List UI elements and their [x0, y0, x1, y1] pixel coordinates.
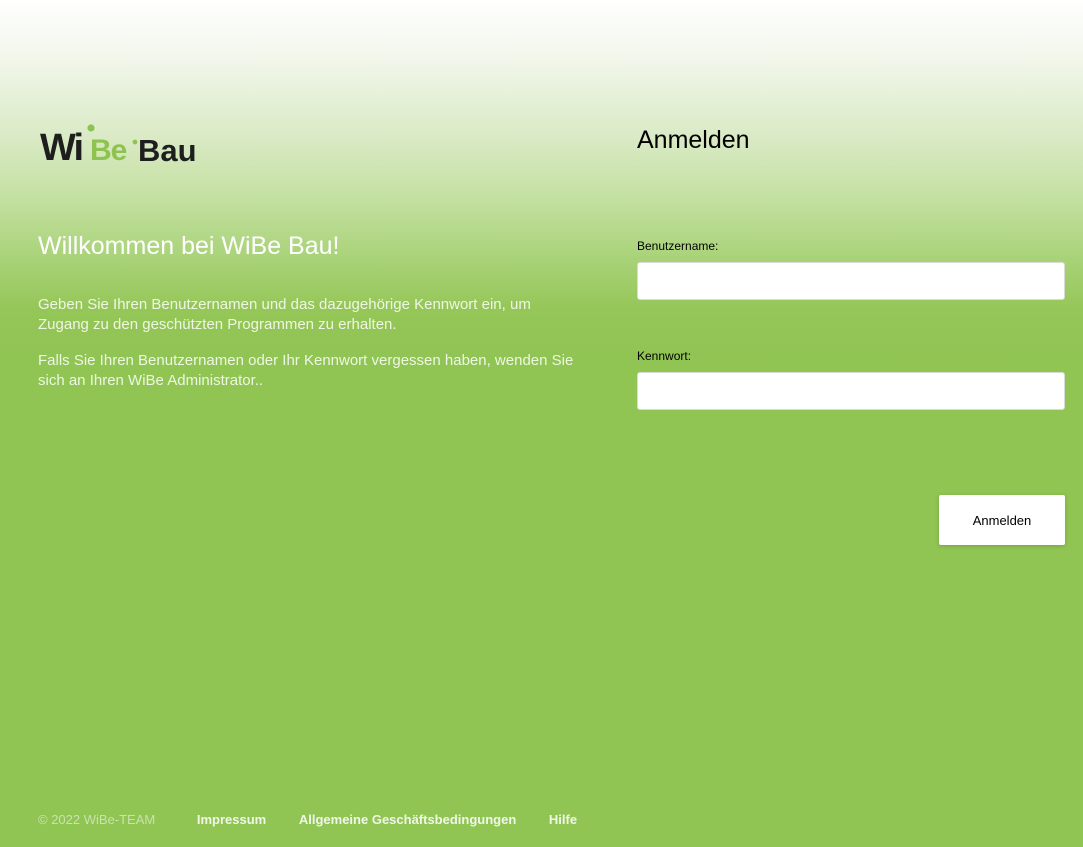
- wibe-bau-logo: Wi Be Bau: [40, 120, 210, 166]
- logo-graphic: Wi Be Bau: [40, 124, 197, 166]
- terms-link[interactable]: Allgemeine Geschäftsbedingungen: [299, 812, 516, 827]
- logo-text-wi: Wi: [40, 127, 82, 166]
- help-link[interactable]: Hilfe: [549, 812, 577, 827]
- password-label: Kennwort:: [637, 349, 692, 363]
- copyright-text: © 2022 WiBe-TEAM: [38, 812, 156, 827]
- login-title: Anmelden: [637, 126, 750, 154]
- login-button[interactable]: Anmelden: [939, 495, 1065, 545]
- logo-dot-be: [132, 139, 138, 145]
- footer: © 2022 WiBe-TEAM Impressum Allgemeine Ge…: [38, 812, 606, 827]
- logo-text-be: Be: [90, 134, 127, 166]
- forgot-credentials-paragraph: Falls Sie Ihren Benutzernamen oder Ihr K…: [38, 352, 574, 389]
- password-input[interactable]: [637, 372, 1065, 410]
- impressum-link[interactable]: Impressum: [197, 812, 266, 827]
- logo-dot-i: [87, 124, 95, 132]
- intro-paragraph: Geben Sie Ihren Benutzernamen und das da…: [38, 296, 531, 333]
- welcome-title: Willkommen bei WiBe Bau!: [38, 232, 340, 260]
- username-label: Benutzername:: [637, 239, 719, 253]
- logo-text-bau: Bau: [138, 133, 197, 166]
- username-input[interactable]: [637, 262, 1065, 300]
